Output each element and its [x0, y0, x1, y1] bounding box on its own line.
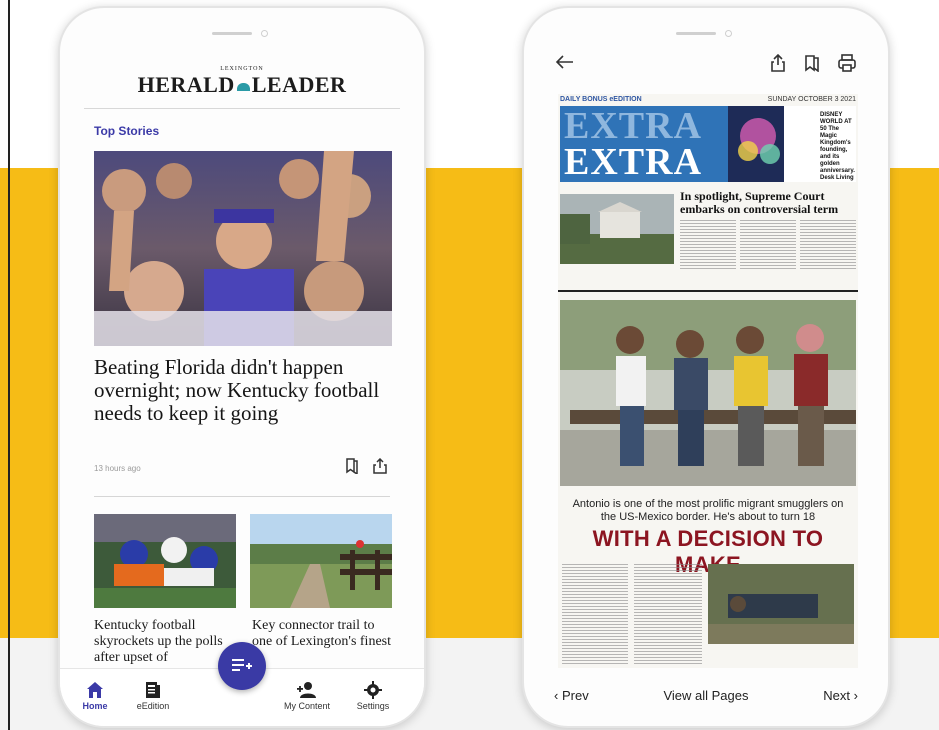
nav-label-eedition: eEdition — [136, 701, 170, 711]
phone-speaker — [676, 30, 736, 38]
share-icon[interactable] — [372, 458, 388, 474]
newspaper-page[interactable]: DAILY BONUS eEDITION SUNDAY OCTOBER 3 20… — [558, 94, 858, 668]
story-card-image-trail[interactable] — [250, 514, 392, 608]
article-text-block — [740, 220, 796, 270]
print-icon[interactable] — [838, 54, 856, 77]
add-person-icon — [272, 679, 342, 701]
disney-teaser: DISNEY WORLD AT 50 The Magic Kingdom's f… — [820, 112, 855, 181]
fireworks-image — [728, 106, 788, 182]
share-icon[interactable] — [770, 53, 786, 77]
nav-label-my-content: My Content — [283, 701, 331, 711]
hero-timestamp: 13 hours ago — [94, 464, 141, 473]
article-text-block — [800, 220, 856, 270]
phone-eedition-screen: DAILY BONUS eEDITION SUNDAY OCTOBER 3 20… — [522, 6, 890, 728]
masthead-divider — [84, 108, 400, 109]
phone-speaker — [212, 30, 272, 38]
masthead-separator-icon — [236, 82, 250, 91]
edition-label: DAILY BONUS eEDITION — [560, 96, 642, 103]
story-card-title[interactable]: Key connector trail to one of Lexington'… — [252, 618, 398, 650]
migrants-photo — [560, 300, 856, 486]
hero-story-image[interactable] — [94, 151, 392, 346]
next-label: Next — [823, 688, 851, 703]
court-headline: In spotlight, Supreme Court embarks on c… — [680, 189, 839, 216]
supreme-court-photo — [560, 194, 674, 264]
frame-edge — [8, 0, 10, 730]
secondary-photo — [708, 564, 854, 644]
eedition-toolbar — [524, 48, 888, 84]
add-to-list-button[interactable] — [218, 642, 266, 690]
hero-headline[interactable]: Beating Florida didn't happen overnight;… — [94, 356, 394, 425]
masthead-logo[interactable]: LEXINGTON HERALD LEADER — [60, 66, 424, 98]
nav-item-eedition[interactable]: eEdition — [118, 679, 188, 711]
page-rule — [558, 290, 858, 292]
page-navigation: ‹ Prev View all Pages Next › — [524, 678, 888, 718]
story-card-image-football[interactable] — [94, 514, 236, 608]
bookmark-icon[interactable] — [344, 458, 360, 474]
extra-banner: EXTRA EXTRA DISNEY WORLD AT 50 The Magic… — [560, 106, 856, 182]
article-text-block — [634, 564, 702, 664]
article-text-block — [562, 564, 628, 664]
add-to-list-icon — [232, 659, 252, 671]
nav-item-my-content[interactable]: My Content — [272, 679, 342, 711]
extra-word-outline: EXTRA — [564, 106, 703, 147]
gear-icon — [338, 679, 408, 701]
edition-date: SUNDAY OCTOBER 3 2021 — [767, 96, 856, 103]
nav-label-settings: Settings — [356, 701, 390, 711]
masthead-herald: HERALD — [137, 72, 235, 97]
story-deck: Antonio is one of the most prolific migr… — [572, 498, 844, 523]
back-arrow-icon[interactable] — [554, 54, 574, 75]
phone-home-screen: LEXINGTON HERALD LEADER Top Stories Beat… — [58, 6, 426, 728]
bookmark-icon[interactable] — [804, 54, 820, 77]
masthead-leader: LEADER — [251, 72, 347, 97]
extra-word: EXTRA — [564, 141, 703, 182]
next-page-button[interactable]: Next › — [823, 688, 858, 703]
story-divider — [94, 496, 390, 497]
nav-item-settings[interactable]: Settings — [338, 679, 408, 711]
newspaper-icon — [118, 679, 188, 701]
article-text-block — [680, 220, 736, 270]
chevron-right-icon: › — [853, 688, 858, 703]
section-label-top-stories[interactable]: Top Stories — [94, 124, 159, 138]
